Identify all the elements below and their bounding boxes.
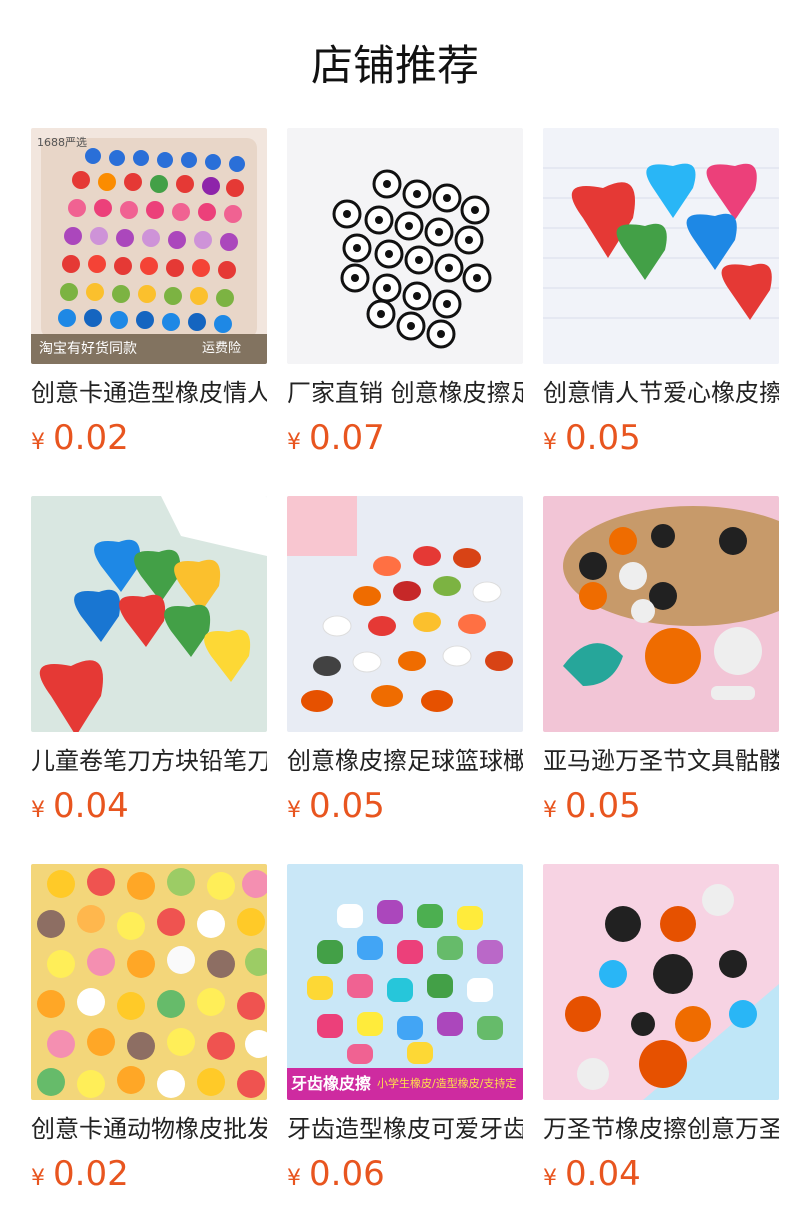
- page: 店铺推荐 1688严选 淘宝有好货同款 运费险 创意卡通造型橡皮情人 ¥ 0.0…: [0, 0, 790, 1232]
- product-name[interactable]: 厂家直销 创意橡皮擦足球: [287, 376, 523, 410]
- product-price: ¥0.05: [543, 418, 779, 458]
- currency-symbol: ¥: [31, 1166, 45, 1191]
- product-price: ¥0.07: [287, 418, 523, 458]
- price-amount: 0.04: [565, 1154, 641, 1194]
- product-card[interactable]: 厂家直销 创意橡皮擦足球 ¥0.07: [287, 128, 523, 458]
- product-card[interactable]: 万圣节橡皮擦创意万圣节 ¥0.04: [543, 864, 779, 1194]
- product-name[interactable]: 儿童卷笔刀方块铅笔刀: [31, 744, 267, 778]
- currency-symbol: ¥: [287, 430, 301, 455]
- product-image[interactable]: 1688严选 淘宝有好货同款 运费险: [31, 128, 267, 364]
- product-card[interactable]: 牙齿橡皮擦 小学生橡皮/造型橡皮/支持定做 牙齿造型橡皮可爱牙齿 ¥0.06: [287, 864, 523, 1194]
- currency-symbol: ¥: [31, 798, 45, 823]
- product-image[interactable]: [543, 864, 779, 1100]
- product-price: ¥0.04: [31, 786, 267, 826]
- product-card[interactable]: 儿童卷笔刀方块铅笔刀 ¥0.04: [31, 496, 267, 826]
- badge-1688: 1688严选: [37, 136, 87, 149]
- section-title: 店铺推荐: [310, 41, 479, 90]
- price-amount: 0.07: [309, 418, 385, 458]
- product-image[interactable]: [287, 128, 523, 364]
- currency-symbol: ¥: [287, 798, 301, 823]
- banner-title: 牙齿橡皮擦: [291, 1074, 372, 1093]
- price-amount: 0.06: [309, 1154, 385, 1194]
- product-card[interactable]: 创意卡通动物橡皮批发 ¥0.02: [31, 864, 267, 1194]
- price-amount: 0.05: [565, 786, 641, 826]
- product-price: ¥0.02: [31, 418, 267, 458]
- product-card[interactable]: 1688严选 淘宝有好货同款 运费险 创意卡通造型橡皮情人节爱心 ¥0.02: [31, 128, 267, 458]
- product-price: ¥0.06: [287, 1154, 523, 1194]
- currency-symbol: ¥: [543, 798, 557, 823]
- product-name[interactable]: 创意情人节爱心橡皮擦: [543, 376, 779, 410]
- currency-symbol: ¥: [543, 1166, 557, 1191]
- price-amount: 0.02: [53, 1154, 129, 1194]
- currency-symbol: ¥: [287, 1166, 301, 1191]
- promo-right: 运费险: [201, 341, 241, 356]
- product-name[interactable]: 创意卡通动物橡皮批发: [31, 1112, 267, 1146]
- product-image[interactable]: [543, 496, 779, 732]
- product-price: ¥0.02: [31, 1154, 267, 1194]
- product-image[interactable]: [31, 864, 267, 1100]
- product-price: ¥0.05: [543, 786, 779, 826]
- price-amount: 0.04: [53, 786, 129, 826]
- price-amount: 0.02: [53, 418, 129, 458]
- product-card[interactable]: 亚马逊万圣节文具骷髅 ¥0.05: [543, 496, 779, 826]
- price-amount: 0.05: [309, 786, 385, 826]
- product-name[interactable]: 创意橡皮擦足球篮球橄榄球: [287, 744, 523, 778]
- currency-symbol: ¥: [31, 430, 45, 455]
- product-name[interactable]: 创意卡通造型橡皮情人节爱心: [31, 376, 267, 410]
- product-image[interactable]: 牙齿橡皮擦 小学生橡皮/造型橡皮/支持定做: [287, 864, 523, 1100]
- product-card[interactable]: 创意情人节爱心橡皮擦 ¥0.05: [543, 128, 779, 458]
- product-card[interactable]: 创意橡皮擦足球篮球橄榄球 ¥0.05: [287, 496, 523, 826]
- promo-bar: 淘宝有好货同款 运费险: [31, 334, 267, 364]
- product-image[interactable]: [31, 496, 267, 732]
- product-image[interactable]: [543, 128, 779, 364]
- product-name[interactable]: 亚马逊万圣节文具骷髅: [543, 744, 779, 778]
- product-name[interactable]: 万圣节橡皮擦创意万圣节: [543, 1112, 779, 1146]
- product-image[interactable]: [287, 496, 523, 732]
- promo-left: 淘宝有好货同款: [39, 341, 137, 357]
- price-amount: 0.05: [565, 418, 641, 458]
- banner-subtitle: 小学生橡皮/造型橡皮/支持定做: [377, 1077, 517, 1090]
- product-name[interactable]: 牙齿造型橡皮可爱牙齿: [287, 1112, 523, 1146]
- product-price: ¥0.04: [543, 1154, 779, 1194]
- product-price: ¥0.05: [287, 786, 523, 826]
- currency-symbol: ¥: [543, 430, 557, 455]
- product-banner: 牙齿橡皮擦 小学生橡皮/造型橡皮/支持定做: [287, 1068, 523, 1100]
